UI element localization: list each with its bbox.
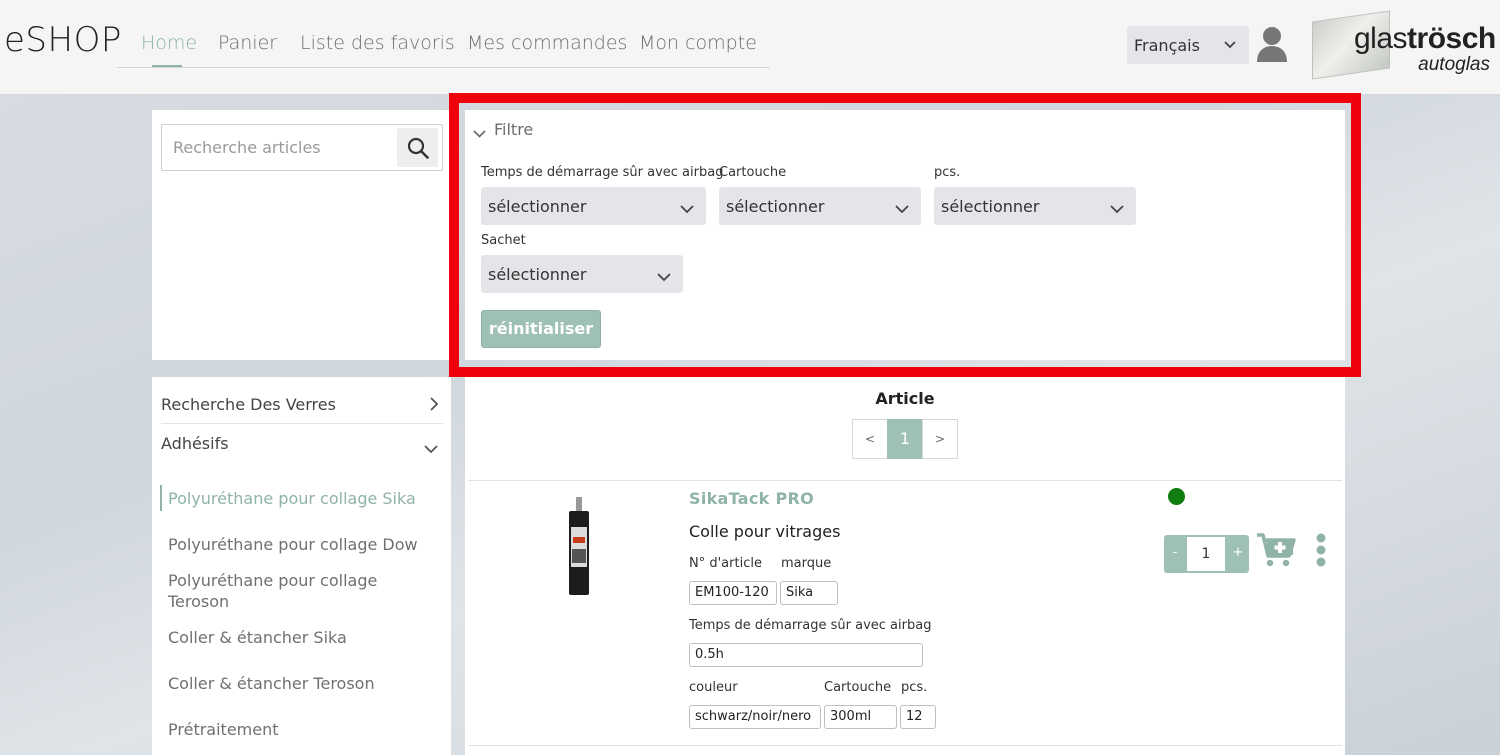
highlight-frame — [449, 93, 1361, 377]
brand-title[interactable]: eSHOP — [4, 20, 122, 60]
chevron-down-icon — [1223, 37, 1237, 56]
field-airbag-time: 0.5h — [689, 643, 923, 667]
chevron-down-icon — [423, 439, 439, 458]
chevron-right-icon — [429, 396, 439, 416]
page-current[interactable]: 1 — [887, 419, 923, 459]
label-airbag-time: Temps de démarrage sûr avec airbag — [689, 618, 932, 633]
article-panel: Article < 1 > SikaTack PRO Colle pour vi… — [465, 377, 1345, 755]
header: eSHOP Home Panier Liste des favoris Mes … — [0, 0, 1500, 94]
subcategory-dow-pu[interactable]: Polyuréthane pour collage Dow — [168, 534, 438, 555]
field-article-no: EM100-120 — [689, 581, 777, 605]
subcategory-teroson-seal[interactable]: Coller & étancher Teroson — [168, 673, 438, 694]
label-pcs: pcs. — [901, 680, 928, 695]
category-label: Recherche Des Verres — [161, 395, 336, 414]
language-select[interactable]: Français — [1127, 26, 1249, 64]
field-pcs: 12 — [900, 705, 936, 729]
product-name[interactable]: SikaTack PRO — [689, 489, 814, 508]
category-panel: Recherche Des Verres Adhésifs Polyurétha… — [152, 377, 451, 755]
product-description: Colle pour vitrages — [689, 522, 841, 541]
search-icon — [407, 137, 429, 159]
field-cartridge: 300ml — [824, 705, 897, 729]
quantity-increment-button[interactable]: + — [1227, 545, 1249, 560]
user-account-icon[interactable] — [1255, 26, 1289, 64]
availability-indicator — [1168, 488, 1185, 505]
field-brand: Sika — [780, 581, 838, 605]
nav-home[interactable]: Home — [141, 32, 197, 54]
category-adhesifs[interactable]: Adhésifs — [161, 434, 443, 453]
nav-panier[interactable]: Panier — [218, 32, 277, 54]
divider — [161, 423, 443, 424]
nav-favoris[interactable]: Liste des favoris — [300, 32, 455, 54]
label-article-no: N° d'article — [689, 556, 762, 571]
quantity-input[interactable] — [1187, 537, 1225, 571]
add-to-cart-icon[interactable] — [1256, 532, 1296, 568]
subcategory-sika-pu[interactable]: Polyuréthane pour collage Sika — [168, 488, 438, 509]
search-panel — [152, 110, 451, 360]
more-options-icon[interactable] — [1315, 533, 1327, 569]
divider — [468, 745, 1342, 746]
search-box — [161, 124, 443, 171]
subcategory-teroson-pu[interactable]: Polyuréthane pour collage Teroson — [168, 570, 438, 612]
page-next-button[interactable]: > — [922, 419, 958, 459]
subcategory-pretreatment[interactable]: Prétraitement — [168, 719, 438, 740]
quantity-stepper: - + — [1164, 535, 1249, 573]
active-indicator — [160, 485, 162, 511]
label-cartridge: Cartouche — [824, 680, 892, 695]
nav-active-indicator — [152, 65, 182, 67]
logo-wordmark: glaströsch — [1354, 22, 1496, 55]
quantity-decrement-button[interactable]: - — [1164, 545, 1186, 560]
nav-compte[interactable]: Mon compte — [639, 32, 757, 54]
nav-commandes[interactable]: Mes commandes — [467, 32, 627, 54]
main-nav: Home Panier Liste des favoris Mes comman… — [117, 22, 770, 68]
label-color: couleur — [689, 680, 738, 695]
field-color: schwarz/noir/nero — [689, 705, 821, 729]
label-brand: marque — [781, 556, 832, 571]
search-button[interactable] — [397, 128, 438, 167]
category-label: Adhésifs — [161, 434, 229, 453]
glastrosch-logo[interactable]: glaströsch autoglas — [1312, 10, 1496, 80]
subcategory-sika-seal[interactable]: Coller & étancher Sika — [168, 627, 438, 648]
divider — [468, 480, 1342, 481]
category-recherche-verres[interactable]: Recherche Des Verres — [161, 395, 443, 414]
logo-subtitle: autoglas — [1418, 54, 1490, 75]
language-value: Français — [1134, 36, 1200, 55]
search-input[interactable] — [162, 125, 398, 170]
page-prev-button[interactable]: < — [852, 419, 888, 459]
product-image[interactable] — [565, 497, 593, 597]
article-heading: Article — [875, 389, 935, 408]
